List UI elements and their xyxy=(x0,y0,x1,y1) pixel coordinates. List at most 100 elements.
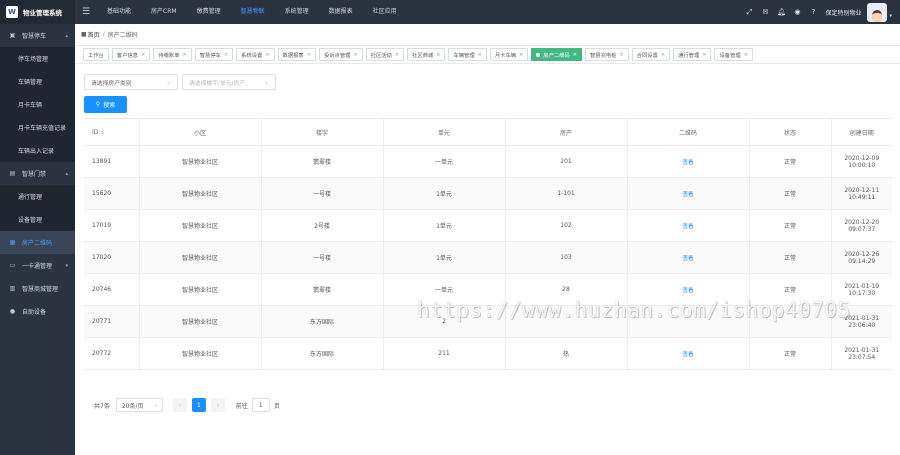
tab[interactable]: 车辆管理 × xyxy=(448,48,487,61)
breadcrumb-home[interactable]: 首页 xyxy=(88,30,100,39)
tab[interactable]: 合同设置 × xyxy=(631,48,671,61)
tab[interactable]: 智慧停车 × xyxy=(194,48,234,61)
tab-label: 待缴账单 xyxy=(158,52,180,59)
sidebar-item[interactable]: ● 自助设备 xyxy=(0,300,75,323)
username[interactable]: 保定特别物业 xyxy=(825,8,861,17)
column-header-id[interactable]: ID ⇕ xyxy=(84,118,140,146)
theme-icon[interactable]: ◉ xyxy=(789,8,805,16)
tab[interactable]: 系统设置 × xyxy=(236,48,275,61)
prev-page-button[interactable]: ‹ xyxy=(172,398,187,412)
cell-community: 智慧物业社区 xyxy=(139,337,262,370)
view-qrcode-link[interactable]: 查看 xyxy=(682,256,693,262)
close-icon[interactable]: × xyxy=(478,52,482,58)
search-button[interactable]: ⚲ 搜索 xyxy=(84,96,127,113)
view-qrcode-link[interactable]: 查看 xyxy=(682,288,693,294)
menu-toggle-icon[interactable]: ☰ xyxy=(75,0,97,24)
sidebar-item[interactable]: 通行管理 xyxy=(0,185,75,208)
cell-unit: 211 xyxy=(383,337,506,370)
tab[interactable]: 房产二维码 × xyxy=(531,48,582,61)
category-select[interactable]: 请选择房产类别 ⌄ xyxy=(84,74,178,90)
topnav-item[interactable]: 智慧物联 xyxy=(231,0,275,24)
tab[interactable]: 数据报表 × xyxy=(277,48,316,61)
sidebar-item[interactable]: 车辆管理 xyxy=(0,70,75,93)
tab[interactable]: 工作台 xyxy=(83,48,109,61)
sidebar-item[interactable]: 车辆出入记录 xyxy=(0,139,75,162)
sidebar-item[interactable]: ▤ 智慧门禁 ▴ xyxy=(0,162,75,185)
close-icon[interactable]: × xyxy=(183,52,187,58)
tab[interactable]: 设备管理 × xyxy=(714,48,753,61)
home-icon: ■ xyxy=(81,31,87,38)
bell-icon[interactable]: 🔔︎ xyxy=(773,8,789,16)
page-number-current[interactable]: 1 xyxy=(191,398,206,412)
topnav-item[interactable]: 系统管理 xyxy=(275,0,319,24)
close-icon[interactable]: × xyxy=(395,52,399,58)
mail-icon[interactable]: ✉ xyxy=(757,8,773,16)
close-icon[interactable]: × xyxy=(619,52,623,58)
sidebar-item[interactable]: 设备管理 xyxy=(0,208,75,231)
close-icon[interactable]: × xyxy=(224,52,228,58)
tab[interactable]: 社区活动 × xyxy=(365,48,405,61)
sidebar-item[interactable]: ▭ 一卡通管理 ▾ xyxy=(0,254,75,277)
sort-icon[interactable]: ⇕ xyxy=(100,130,104,136)
topnav-item[interactable]: 社区应用 xyxy=(363,0,407,24)
close-icon[interactable]: × xyxy=(353,52,357,58)
close-icon[interactable]: × xyxy=(141,52,145,58)
topnav-item[interactable]: 房产CRM xyxy=(141,0,187,24)
tab[interactable]: 通行管理 × xyxy=(673,48,712,61)
cell-date: 2020-12-20 09:07:37 xyxy=(831,209,892,242)
device-icon: ● xyxy=(9,308,16,315)
goto-label: 前往 xyxy=(235,402,248,410)
avatar[interactable] xyxy=(867,2,888,22)
sidebar-item[interactable]: ▣ 智慧停车 ▴ xyxy=(0,24,75,47)
close-icon[interactable]: × xyxy=(519,52,523,58)
next-page-button[interactable]: › xyxy=(210,398,225,412)
cell-id: 20772 xyxy=(84,337,140,370)
topnav-item[interactable]: 基础功能 xyxy=(97,0,141,24)
close-icon[interactable]: × xyxy=(573,52,577,58)
tab[interactable]: 待缴账单 × xyxy=(153,48,192,61)
close-icon[interactable]: × xyxy=(265,52,269,58)
cell-date: 2020-12-26 09:14:29 xyxy=(831,241,892,274)
cell-date-day: 2021-01-31 xyxy=(844,346,880,354)
fullscreen-icon[interactable]: ⤢ xyxy=(741,8,757,17)
view-qrcode-link[interactable]: 查看 xyxy=(682,160,693,166)
sidebar-item[interactable]: 停车场管理 xyxy=(0,47,75,70)
close-icon[interactable]: × xyxy=(661,52,665,58)
sidebar-item[interactable]: ▥ 智慧商城管理 xyxy=(0,277,75,300)
help-icon[interactable]: ? xyxy=(805,8,821,16)
close-icon[interactable]: × xyxy=(307,52,311,58)
breadcrumb-current: 房产二维码 xyxy=(107,32,138,39)
topnav-item[interactable]: 缴费管理 xyxy=(187,0,231,24)
tab-label: 智慧停车 xyxy=(199,52,221,59)
cell-date: 2020-12-09 10:00:10 xyxy=(831,145,892,178)
building-select[interactable]: 请选择楼宇/单元/房产 ⌄ xyxy=(182,74,276,90)
page-size-select[interactable]: 20条/页 ⌄ xyxy=(115,398,163,412)
topnav-item[interactable]: 数据报表 xyxy=(319,0,363,24)
goto-page-input[interactable]: 1 xyxy=(251,398,270,412)
view-qrcode-link[interactable]: 查看 xyxy=(682,192,693,198)
column-header-building: 楼宇 xyxy=(261,118,384,146)
close-icon[interactable]: × xyxy=(436,52,440,58)
close-icon[interactable]: × xyxy=(744,52,748,58)
view-qrcode-link[interactable]: 查看 xyxy=(682,352,693,358)
tab-bar: 工作台 客户信息 × 待缴账单 × 智慧停车 × 系统设置 × 数据报表 × 投诉点管理 × 社区活动 × 社… xyxy=(75,46,900,64)
tab[interactable]: 社区商城 × xyxy=(407,48,446,61)
sidebar-item-label: 车辆管理 xyxy=(18,79,43,86)
close-icon[interactable]: × xyxy=(702,52,706,58)
sidebar-item[interactable]: 月卡车辆 xyxy=(0,93,75,116)
brand-logo: W xyxy=(6,6,18,18)
tab[interactable]: 客户信息 × xyxy=(111,48,151,61)
view-qrcode-link[interactable]: 查看 xyxy=(682,224,693,230)
sidebar-item[interactable]: 月卡车辆充值记录 xyxy=(0,116,75,139)
sidebar-item[interactable]: ▦ 房产二维码 xyxy=(0,231,75,254)
sidebar-item-label: 月卡车辆充值记录 xyxy=(18,125,67,132)
table-row: 15620 智慧物业社区 一号楼 1单元 1-101 查看 正常 2020-12-11 10:4… xyxy=(84,177,892,210)
cell-community: 智慧物业社区 xyxy=(139,241,262,274)
column-header-unit: 单元 xyxy=(383,118,506,146)
tab[interactable]: 智慧充电桩 × xyxy=(584,48,629,61)
cell-room: 103 xyxy=(505,241,628,274)
avatar-caret-icon[interactable]: ▾ xyxy=(889,13,892,19)
tab[interactable]: 月卡车辆 × xyxy=(489,48,529,61)
tab[interactable]: 投诉点管理 × xyxy=(318,48,363,61)
tab-label: 房产二维码 xyxy=(543,52,570,59)
